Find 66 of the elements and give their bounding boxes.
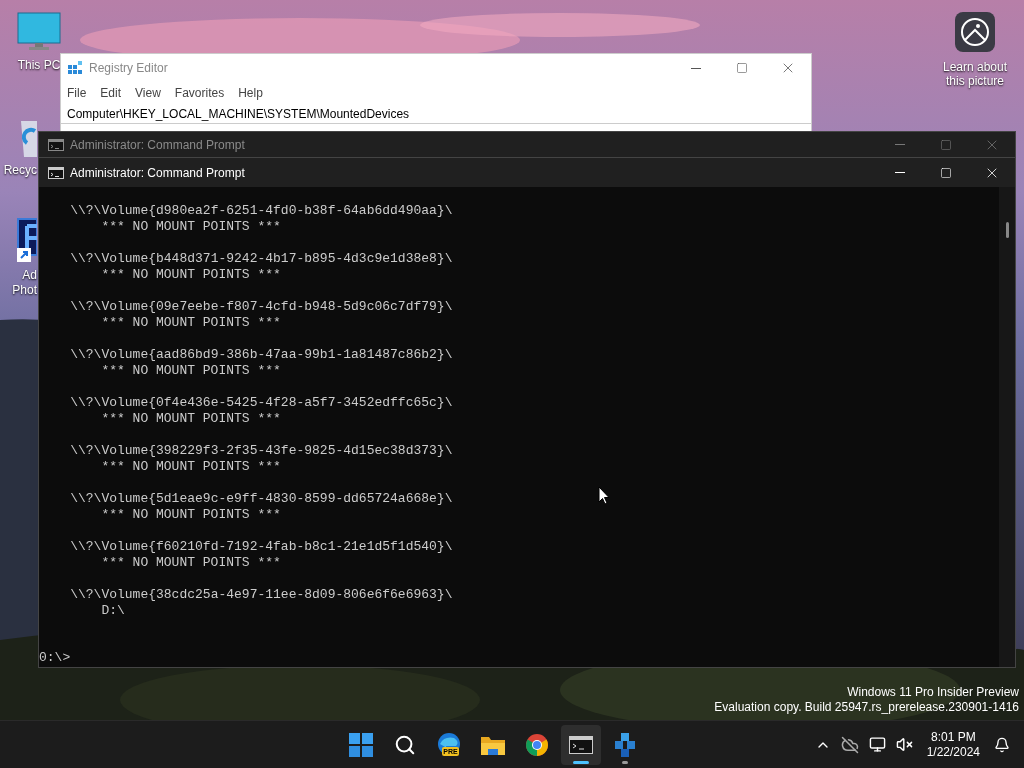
console-line: \\?\Volume{0f4e436e-5425-4f28-a5f7-3452edffc65c}\ (70, 395, 453, 411)
console-line: \\?\Volume{b448d371-9242-4b17-b895-4d3c9e1d38e8}\ (70, 251, 453, 267)
clock[interactable]: 8:01 PM 1/22/2024 (922, 729, 984, 760)
registry-icon (67, 60, 83, 76)
clock-date: 1/22/2024 (926, 744, 980, 760)
landscape-icon (960, 17, 990, 47)
menu-item[interactable]: Help (238, 84, 263, 102)
window-title: Registry Editor (89, 60, 169, 77)
maximize-icon (940, 138, 952, 151)
console-line: *** NO MOUNT POINTS *** (101, 459, 281, 475)
console-line: D:\ (101, 603, 125, 619)
watermark-text: Windows 11 Pro Insider Preview (847, 685, 1019, 700)
running-indicator (622, 760, 629, 764)
console-line: \\?\Volume{5d1eae9c-e9ff-4830-8599-dd65724a668e}\ (70, 491, 453, 507)
icon-label: this picture (946, 74, 1004, 88)
console-line: *** NO MOUNT POINTS *** (101, 507, 281, 523)
network-icon[interactable] (868, 736, 886, 753)
watermark-text: Evaluation copy. Build 25947.rs_prerelease.230901-1416 (714, 700, 1019, 715)
console-line: \\?\Volume{09e7eebe-f807-4cfd-b948-5d9c06c7df79}\ (70, 299, 453, 315)
window-title: Administrator: Command Prompt (70, 164, 246, 182)
minimize-icon (895, 144, 905, 145)
taskbar-app[interactable] (561, 724, 602, 765)
cubes-icon (614, 732, 637, 757)
notification-icon[interactable] (994, 736, 1010, 753)
menu-item[interactable]: Favorites (174, 84, 225, 102)
console-icon (48, 166, 64, 179)
console-line: *** NO MOUNT POINTS *** (101, 555, 281, 571)
maximize-icon (736, 62, 748, 74)
console-line: *** NO MOUNT POINTS *** (101, 315, 281, 331)
window-title: Administrator: Command Prompt (70, 136, 246, 154)
console-line: \\?\Volume{aad86bd9-386b-47aa-99b1-1a81487c86b2}\ (70, 347, 453, 363)
console-line: \\?\Volume{f60210fd-7192-4fab-b8c1-21e1d5f1d540}\ (70, 539, 453, 555)
icon-label: This PC (17, 58, 61, 73)
console-line: \\?\Volume{398229f3-2f35-43fe-9825-4d15ec38d373}\ (70, 443, 453, 459)
running-indicator (573, 760, 590, 764)
minimize-icon (691, 67, 701, 69)
maximize-icon (940, 166, 952, 179)
console-line: \\?\Volume{d980ea2f-6251-4fd0-b38f-64ab6dd490aa}\ (70, 203, 453, 219)
console-line: \\?\Volume{38cdc25a-4e97-11ee-8d09-806e6f6e6963}\ (70, 587, 453, 603)
console-line: *** NO MOUNT POINTS *** (101, 411, 281, 427)
console-line: *** NO MOUNT POINTS *** (101, 267, 281, 283)
volume-muted-icon[interactable] (895, 736, 913, 753)
learn-tile[interactable] (955, 12, 995, 52)
app-shortcut-icon (17, 218, 37, 262)
address-bar[interactable]: Computer\HKEY_LOCAL_MACHINE\SYSTEM\MountedDevices (61, 104, 811, 124)
browser-icon (525, 732, 550, 757)
icon-label: Ad (22, 268, 37, 283)
menu-item[interactable]: File (67, 84, 87, 102)
cursor-icon (598, 486, 610, 505)
windows-logo-icon (349, 732, 374, 757)
icon-label: Learn about (942, 60, 1008, 74)
monitor-icon (17, 12, 61, 52)
menu-item[interactable]: Edit (100, 84, 122, 102)
console-prompt: 0:\> (39, 650, 71, 666)
scrollbar[interactable] (999, 187, 1015, 667)
console-icon (569, 735, 594, 754)
menu-item[interactable]: View (135, 84, 161, 102)
minimize-icon (895, 172, 905, 173)
console-line: *** NO MOUNT POINTS *** (101, 219, 281, 235)
icon-label: Phot (12, 283, 37, 298)
search-icon (394, 733, 417, 756)
console-icon (48, 138, 64, 151)
cloud-off-icon[interactable] (840, 735, 859, 754)
console-line: *** NO MOUNT POINTS *** (101, 363, 281, 379)
clock-time: 8:01 PM (930, 729, 976, 745)
icon-label: Recyc (3, 163, 37, 178)
